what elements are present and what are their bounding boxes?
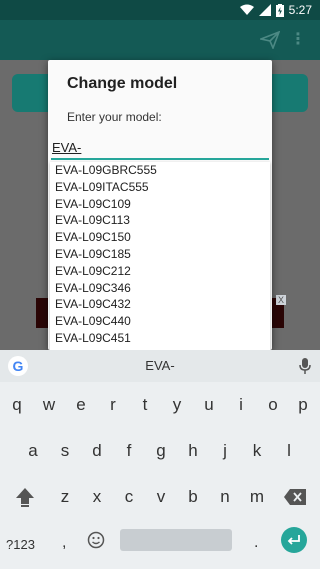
suggestion-item[interactable]: EVA-L09C346 <box>50 280 270 297</box>
emoji-icon[interactable] <box>87 531 105 549</box>
suggestion-item[interactable]: EVA-L09C109 <box>50 196 270 213</box>
wifi-icon <box>239 4 254 15</box>
key-row-4: ?123 , . <box>0 527 320 560</box>
suggestion-item[interactable]: EVA-L09C212 <box>50 263 270 280</box>
symbols-key[interactable]: ?123 <box>6 537 35 552</box>
key-j[interactable]: j <box>211 435 239 467</box>
dialog-message: Enter your model: <box>67 110 162 124</box>
suggestion-item[interactable]: EVA-L09C113 <box>50 212 270 229</box>
soft-keyboard: G EVA- q w e r t y u i o p a s d f g h j… <box>0 350 320 569</box>
ad-banner-right[interactable]: X <box>270 295 286 328</box>
key-t[interactable]: t <box>131 389 159 421</box>
app-bar: ⋮ <box>0 20 320 60</box>
suggestion-list: EVA-L09GBRC555 EVA-L09ITAC555 EVA-L09C10… <box>50 162 270 350</box>
key-z[interactable]: z <box>51 481 79 513</box>
ad-close-icon[interactable]: X <box>276 295 286 305</box>
period-key[interactable]: . <box>254 534 258 552</box>
suggestion-item[interactable]: EVA-L09C440 <box>50 313 270 330</box>
keyboard-suggestion[interactable]: EVA- <box>0 358 320 373</box>
backspace-icon[interactable] <box>284 489 306 505</box>
microphone-icon[interactable] <box>299 358 311 374</box>
change-model-dialog: Change model Enter your model: EVA- EVA-… <box>48 60 272 350</box>
clock: 5:27 <box>288 3 312 17</box>
key-y[interactable]: y <box>163 389 191 421</box>
key-h[interactable]: h <box>179 435 207 467</box>
keyboard-suggestion-bar: G EVA- <box>0 350 320 382</box>
key-k[interactable]: k <box>243 435 271 467</box>
key-m[interactable]: m <box>243 481 271 513</box>
model-input-value: EVA- <box>52 140 82 155</box>
shift-icon[interactable] <box>14 486 36 508</box>
enter-button[interactable] <box>281 527 307 553</box>
dialog-title: Change model <box>67 75 178 92</box>
key-f[interactable]: f <box>115 435 143 467</box>
key-q[interactable]: q <box>3 389 31 421</box>
key-s[interactable]: s <box>51 435 79 467</box>
key-row-2: a s d f g h j k l <box>0 435 320 467</box>
comma-key[interactable]: , <box>62 534 66 552</box>
suggestion-item[interactable]: EVA-L09C150 <box>50 229 270 246</box>
key-w[interactable]: w <box>35 389 63 421</box>
key-row-1: q w e r t y u i o p <box>0 389 320 421</box>
key-u[interactable]: u <box>195 389 223 421</box>
key-r[interactable]: r <box>99 389 127 421</box>
status-bar: 5:27 <box>0 0 320 20</box>
enter-icon <box>287 535 300 545</box>
suggestion-item[interactable]: EVA-L09C185 <box>50 246 270 263</box>
suggestion-item[interactable]: EVA-L09C432 <box>50 296 270 313</box>
key-v[interactable]: v <box>147 481 175 513</box>
key-e[interactable]: e <box>67 389 95 421</box>
key-d[interactable]: d <box>83 435 111 467</box>
model-input[interactable]: EVA- <box>51 140 269 160</box>
suggestion-item[interactable]: EVA-L09ITAC555 <box>50 179 270 196</box>
suggestion-item[interactable]: EVA-L09GBRC555 <box>50 162 270 179</box>
key-row-3: z x c v b n m <box>0 481 320 513</box>
key-l[interactable]: l <box>275 435 303 467</box>
key-o[interactable]: o <box>259 389 287 421</box>
key-g[interactable]: g <box>147 435 175 467</box>
battery-charging-icon <box>275 3 284 17</box>
send-icon[interactable] <box>260 31 280 49</box>
overflow-menu-icon[interactable]: ⋮ <box>290 32 306 48</box>
key-b[interactable]: b <box>179 481 207 513</box>
suggestion-item[interactable]: EVA-L09C451 <box>50 330 270 347</box>
key-p[interactable]: p <box>289 389 317 421</box>
key-n[interactable]: n <box>211 481 239 513</box>
key-x[interactable]: x <box>83 481 111 513</box>
key-a[interactable]: a <box>19 435 47 467</box>
signal-icon <box>258 4 271 16</box>
space-bar[interactable] <box>120 529 232 551</box>
key-c[interactable]: c <box>115 481 143 513</box>
key-i[interactable]: i <box>227 389 255 421</box>
